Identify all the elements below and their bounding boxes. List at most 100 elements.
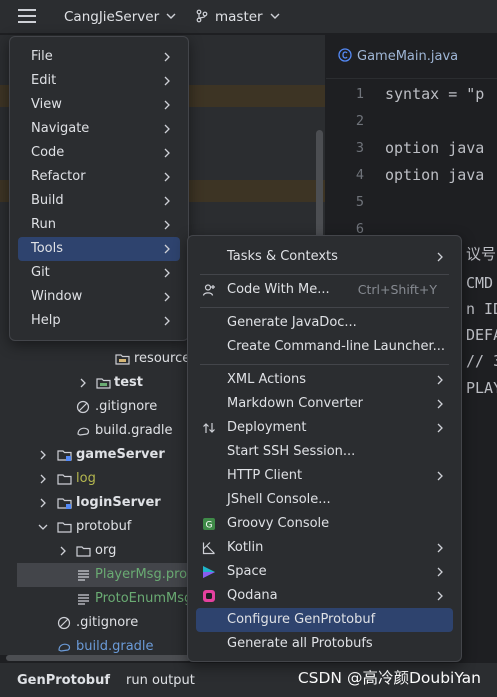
menu-item-help[interactable]: Help	[18, 309, 180, 333]
chevron-down-icon	[166, 13, 176, 19]
submenu-arrow-icon	[164, 124, 170, 134]
menu-item-run[interactable]: Run	[18, 213, 180, 237]
code-fragment: 议号	[466, 245, 497, 263]
project-selector[interactable]: CangJieServer	[64, 0, 177, 34]
code-fragment: DEFA	[466, 326, 497, 344]
deployment-icon	[203, 423, 215, 433]
submenu-arrow-icon	[437, 423, 443, 433]
menu-separator	[200, 364, 449, 365]
submenu-arrow-icon	[164, 268, 170, 278]
submenu-arrow-icon	[164, 220, 170, 230]
submenu-arrow-icon	[437, 543, 443, 553]
submenu-arrow-icon	[164, 148, 170, 158]
menu-item-deployment[interactable]: Deployment	[196, 416, 453, 440]
code-line: option java	[385, 166, 485, 184]
line-number: 4	[355, 167, 364, 183]
menu-item-window[interactable]: Window	[18, 285, 180, 309]
menu-item-generate-javadoc[interactable]: Generate JavaDoc...	[196, 311, 453, 335]
menu-item-command-line-launcher[interactable]: Create Command-line Launcher...	[196, 335, 453, 359]
menu-separator	[200, 307, 449, 308]
chevron-right-icon[interactable]	[58, 546, 68, 556]
menu-item-tools[interactable]: Tools	[18, 237, 180, 261]
folder-icon	[57, 474, 72, 485]
line-number: 1	[355, 86, 364, 102]
menu-item-http-client[interactable]: HTTP Client	[196, 464, 453, 488]
menu-item-edit[interactable]: Edit	[18, 69, 180, 93]
menu-item-jshell-console[interactable]: JShell Console...	[196, 488, 453, 512]
line-number: 5	[355, 194, 364, 210]
menu-item-ssh-session[interactable]: Start SSH Session...	[196, 440, 453, 464]
submenu-arrow-icon	[164, 100, 170, 110]
folder-icon	[96, 378, 111, 389]
menu-item-xml-actions[interactable]: XML Actions	[196, 368, 453, 392]
line-number: 3	[355, 140, 364, 156]
chevron-right-icon[interactable]	[38, 474, 48, 484]
shortcut-hint: Ctrl+Shift+Y	[357, 282, 437, 297]
title-bar: CangJieServer master	[0, 0, 497, 34]
gradle-icon	[77, 427, 90, 436]
submenu-arrow-icon	[164, 52, 170, 62]
text-file-icon	[78, 594, 89, 605]
tool-tab-genprotobuf[interactable]: GenProtobuf	[17, 663, 110, 697]
code-fragment: // 3	[466, 352, 497, 370]
submenu-arrow-icon	[164, 316, 170, 326]
java-class-icon	[338, 48, 352, 62]
ignore-file-icon	[76, 400, 90, 414]
menu-item-navigate[interactable]: Navigate	[18, 117, 180, 141]
menu-item-code[interactable]: Code	[18, 141, 180, 165]
menu-item-markdown-converter[interactable]: Markdown Converter	[196, 392, 453, 416]
submenu-arrow-icon	[164, 292, 170, 302]
menu-item-qodana[interactable]: Qodana	[196, 584, 453, 608]
folder-icon	[115, 354, 130, 365]
kotlin-icon	[202, 542, 215, 555]
module-folder-icon	[57, 450, 72, 461]
text-file-icon	[78, 570, 89, 581]
gradle-icon	[58, 643, 71, 652]
submenu-arrow-icon	[164, 76, 170, 86]
submenu-arrow-icon	[437, 399, 443, 409]
menu-item-space[interactable]: Space	[196, 560, 453, 584]
code-fragment: n ID	[466, 300, 497, 318]
line-number: 2	[355, 113, 364, 129]
branch-icon	[196, 9, 208, 23]
chevron-right-icon[interactable]	[78, 378, 88, 388]
horizontal-scrollbar[interactable]	[6, 655, 191, 661]
code-fragment: CMD	[466, 274, 494, 292]
space-icon	[203, 566, 215, 578]
branch-selector[interactable]: master	[195, 0, 281, 34]
tab-divider	[326, 78, 497, 79]
menu-item-build[interactable]: Build	[18, 189, 180, 213]
menu-item-tasks-contexts[interactable]: Tasks & Contexts	[196, 245, 453, 269]
menu-item-code-with-me[interactable]: Code With Me... Ctrl+Shift+Y	[196, 278, 453, 302]
menu-item-file[interactable]: File	[18, 45, 180, 69]
submenu-arrow-icon	[437, 252, 443, 262]
chevron-right-icon[interactable]	[38, 450, 48, 460]
user-plus-icon	[202, 284, 215, 296]
ignore-file-icon	[57, 616, 71, 630]
menu-item-configure-genprotobuf[interactable]: Configure GenProtobuf	[196, 608, 453, 632]
qodana-icon	[203, 590, 215, 602]
code-fragment: PLAY	[466, 379, 497, 397]
menu-item-view[interactable]: View	[18, 93, 180, 117]
menu-item-refactor[interactable]: Refactor	[18, 165, 180, 189]
folder-icon	[76, 546, 91, 557]
menu-item-git[interactable]: Git	[18, 261, 180, 285]
submenu-arrow-icon	[164, 244, 170, 254]
main-menu-icon[interactable]	[18, 9, 36, 23]
main-menu: File Edit View Navigate Code Refactor Bu…	[9, 36, 189, 341]
code-line: syntax = "p	[385, 85, 485, 103]
chevron-right-icon[interactable]	[38, 498, 48, 508]
menu-separator	[200, 274, 449, 275]
menu-item-generate-all-protobufs[interactable]: Generate all Protobufs	[196, 632, 453, 656]
menu-item-kotlin[interactable]: Kotlin	[196, 536, 453, 560]
chevron-down-icon[interactable]	[38, 522, 48, 532]
groovy-icon: G	[203, 518, 215, 531]
submenu-arrow-icon	[437, 375, 443, 385]
branch-name: master	[215, 9, 263, 25]
project-name: CangJieServer	[64, 9, 160, 25]
tab-gamemain-java[interactable]: GameMain.java	[338, 35, 458, 75]
svg-text:G: G	[206, 521, 213, 531]
code-line: option java	[385, 139, 485, 157]
menu-item-groovy-console[interactable]: G Groovy Console	[196, 512, 453, 536]
tool-tab-run-output[interactable]: run output	[126, 663, 195, 697]
